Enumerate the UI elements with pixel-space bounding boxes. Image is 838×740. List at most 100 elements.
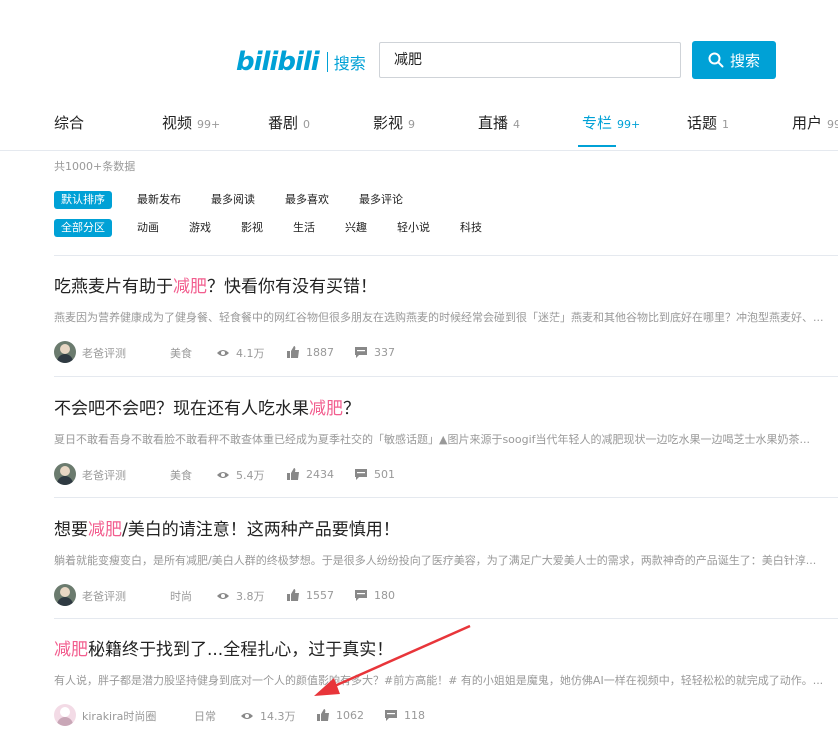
article-description: 躺着就能变瘦变白，是所有减肥/美白人群的终极梦想。于是很多人纷纷投向了医疗美容，… [54,554,817,567]
article-meta: 老爸评测 美食 4.1万 1887 337 [54,341,838,363]
sort-most-liked[interactable]: 最多喜欢 [278,191,336,209]
comment-count: 180 [374,588,395,602]
article-meta: 老爸评测 美食 5.4万 2434 501 [54,463,838,485]
search-button-label: 搜索 [729,51,760,70]
article-title[interactable]: 想要减肥/美白的请注意！这两种产品要慎用！ [54,515,838,540]
article-description: 夏日不敢看吾身不敢看脸不敢看秤不敢查体重已经成为夏季社交的「敏感话题」▲图片来源… [54,433,811,446]
title-highlight: 减肥 [54,640,88,660]
logo-subtitle: 搜索 [333,54,366,73]
category-all[interactable]: 全部分区 [54,219,112,237]
category-life[interactable]: 生活 [286,219,322,237]
tab-label: 综合 [54,114,85,132]
author-name[interactable]: 老爸评测 [82,345,126,361]
category-tech[interactable]: 科技 [453,219,489,237]
author-name[interactable]: 老爸评测 [82,588,126,604]
eye-icon [217,593,229,599]
thumbs-up-icon [287,468,299,480]
title-text: 不会吧不会吧？现在还有人吃水果 [54,399,309,419]
thumbs-up-icon [287,346,299,358]
title-highlight: 减肥 [88,520,122,540]
sort-newest[interactable]: 最新发布 [130,191,188,209]
tab-all[interactable]: 综合 [54,112,89,148]
like-count: 1887 [306,345,334,359]
title-text: /美白的请注意！这两种产品要慎用！ [122,520,400,540]
article-item[interactable]: 不会吧不会吧？现在还有人吃水果减肥？ 夏日不敢看吾身不敢看脸不敢看秤不敢查体重已… [54,394,838,485]
category-label: 时尚 [170,590,192,603]
sort-most-comments[interactable]: 最多评论 [352,191,410,209]
category-light-novel[interactable]: 轻小说 [390,219,437,237]
tab-count: 99+ [617,118,641,131]
author-name[interactable]: 老爸评测 [82,467,126,483]
category-label: 日常 [194,710,216,723]
eye-icon [217,350,229,356]
tab-count: 9 [408,118,416,131]
tab-video[interactable]: 视频 99+ [162,112,220,148]
sort-filter-row: 默认排序 最新发布 最多阅读 最多喜欢 最多评论 [54,191,426,209]
avatar[interactable] [54,341,76,363]
bilibili-logo[interactable]: bilibili 搜索 [236,46,366,78]
title-text: 吃燕麦片有助于 [54,277,173,297]
view-count: 5.4万 [236,469,265,482]
search-tabs: 综合 视频 99+ 番剧 0 影视 9 直播 4 专栏 99+ 话题 1 用户 99 [0,104,838,151]
article-title[interactable]: 吃燕麦片有助于减肥？快看你有没有买错！ [54,272,838,297]
comment-icon [355,590,367,601]
avatar[interactable] [54,584,76,606]
red-arrow-annotation [314,624,471,696]
divider [54,376,838,377]
comment-icon [385,710,397,721]
tab-label: 直播 [478,114,509,132]
article-description: 燕麦因为营养健康成为了健身餐、轻食餐中的网红谷物但很多朋友在选购燕麦的时候经常会… [54,311,824,324]
divider [54,618,838,619]
tab-label: 话题 [687,114,718,132]
title-highlight: 减肥 [173,277,207,297]
article-item[interactable]: 吃燕麦片有助于减肥？快看你有没有买错！ 燕麦因为营养健康成为了健身餐、轻食餐中的… [54,272,838,363]
tab-film[interactable]: 影视 9 [373,112,415,148]
category-animation[interactable]: 动画 [130,219,166,237]
tab-topic[interactable]: 话题 1 [687,112,729,148]
article-title[interactable]: 不会吧不会吧？现在还有人吃水果减肥？ [54,394,838,419]
like-count: 1557 [306,588,334,602]
article-item[interactable]: 想要减肥/美白的请注意！这两种产品要慎用！ 躺着就能变瘦变白，是所有减肥/美白人… [54,515,838,606]
tab-column[interactable]: 专栏 99+ [582,112,640,148]
tab-label: 用户 [792,114,823,132]
view-count: 3.8万 [236,590,265,603]
tab-label: 视频 [162,114,193,132]
divider [54,497,838,498]
comment-count: 118 [404,708,425,722]
title-text: 想要 [54,520,88,540]
sort-default[interactable]: 默认排序 [54,191,112,209]
avatar[interactable] [54,704,76,726]
author-name[interactable]: kirakira时尚圈 [82,708,156,724]
category-filter-row: 全部分区 动画 游戏 影视 生活 兴趣 轻小说 科技 [54,219,505,237]
active-tab-indicator [578,145,616,147]
thumbs-up-icon [317,709,329,721]
category-label: 美食 [170,347,192,360]
category-label: 美食 [170,469,192,482]
tab-label: 影视 [373,114,404,132]
tab-count: 99 [827,118,838,131]
category-film[interactable]: 影视 [234,219,270,237]
tab-bangumi[interactable]: 番剧 0 [268,112,310,148]
avatar[interactable] [54,463,76,485]
search-input[interactable]: 减肥 [379,42,681,78]
logo-text: bilibili [236,47,320,77]
comment-count: 337 [374,345,395,359]
tab-label: 专栏 [582,114,613,132]
view-count: 14.3万 [260,710,296,723]
category-interest[interactable]: 兴趣 [338,219,374,237]
tab-user[interactable]: 用户 99 [792,112,838,148]
category-game[interactable]: 游戏 [182,219,218,237]
logo-divider [326,52,328,72]
comment-icon [355,347,367,358]
sort-most-read[interactable]: 最多阅读 [204,191,262,209]
eye-icon [217,472,229,478]
tab-count: 0 [303,118,311,131]
view-count: 4.1万 [236,347,265,360]
comment-icon [355,469,367,480]
search-button[interactable]: 搜索 [692,41,776,79]
title-text: ？快看你有没有买错！ [207,277,377,297]
tab-count: 99+ [197,118,221,131]
tab-count: 4 [513,118,521,131]
tab-live[interactable]: 直播 4 [478,112,520,148]
title-highlight: 减肥 [309,399,343,419]
